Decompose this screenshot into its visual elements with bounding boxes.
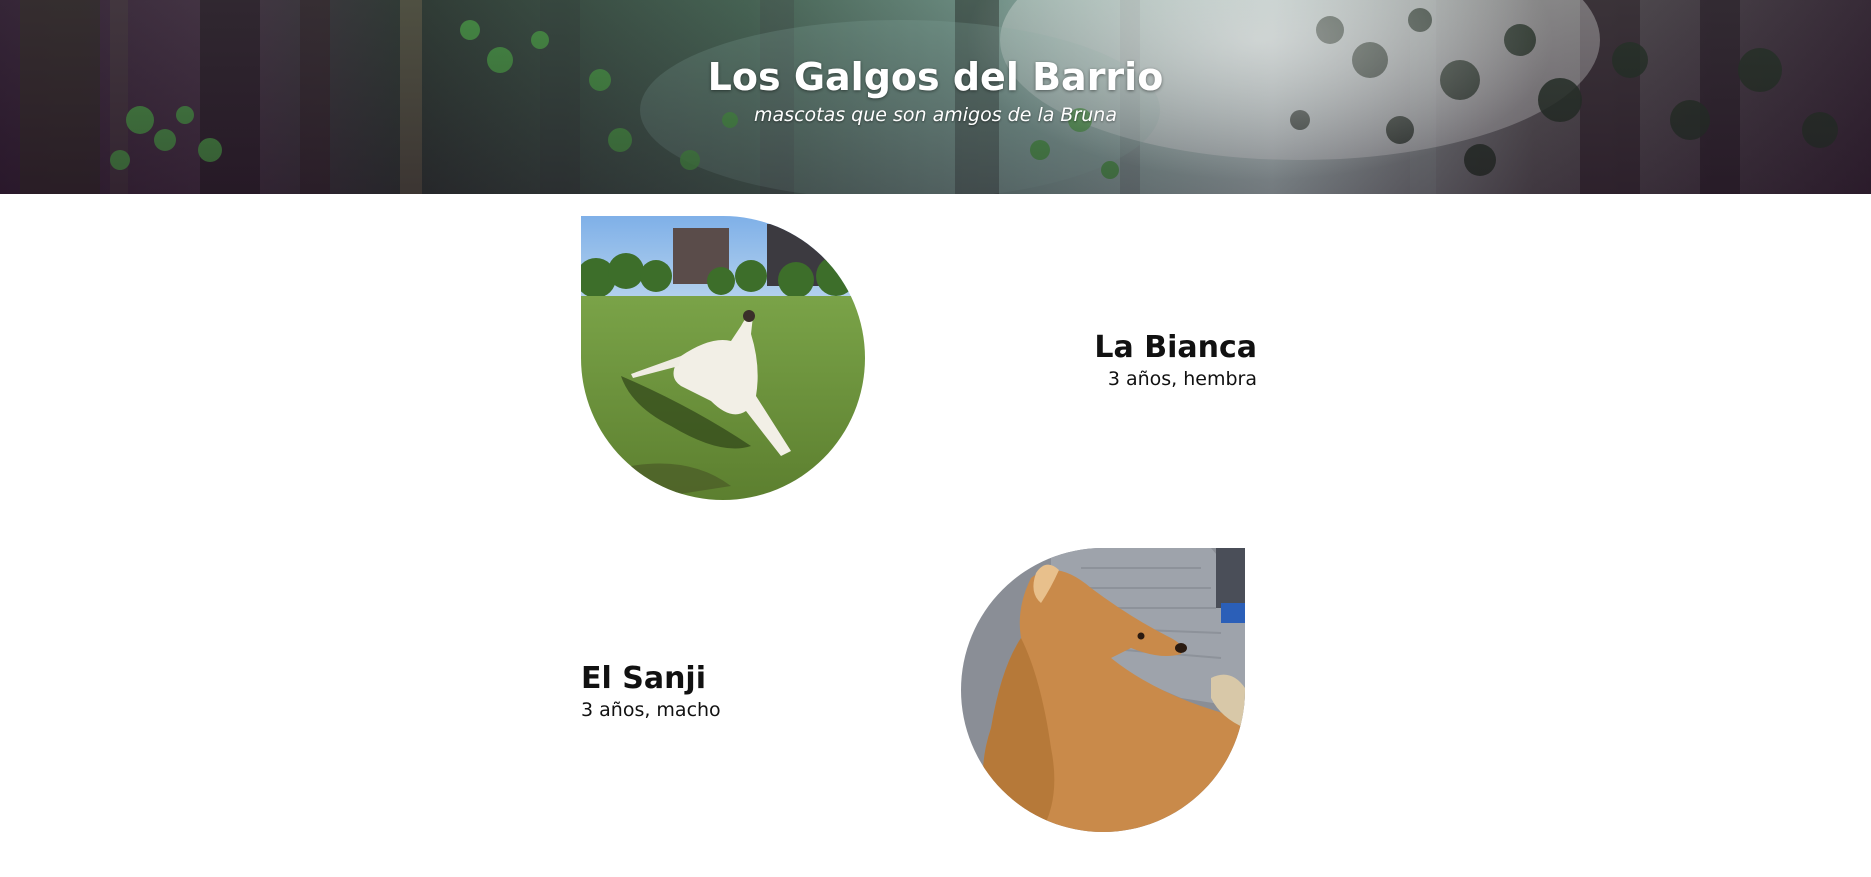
pet-info: 3 años, hembra <box>1107 368 1257 390</box>
greyhound-in-park-image <box>581 216 865 500</box>
page-title: Los Galgos del Barrio <box>707 55 1164 99</box>
pet-photo-bianca <box>581 216 865 500</box>
pet-photo-sanji <box>961 548 1245 832</box>
pet-name: La Bianca <box>1094 330 1257 365</box>
hero-banner: Los Galgos del Barrio mascotas que son a… <box>0 0 1871 194</box>
page-subtitle: mascotas que son amigos de la Bruna <box>754 104 1117 126</box>
greyhound-on-couch-image <box>961 548 1245 832</box>
pet-name: El Sanji <box>581 661 706 696</box>
pet-info: 3 años, macho <box>581 699 721 721</box>
